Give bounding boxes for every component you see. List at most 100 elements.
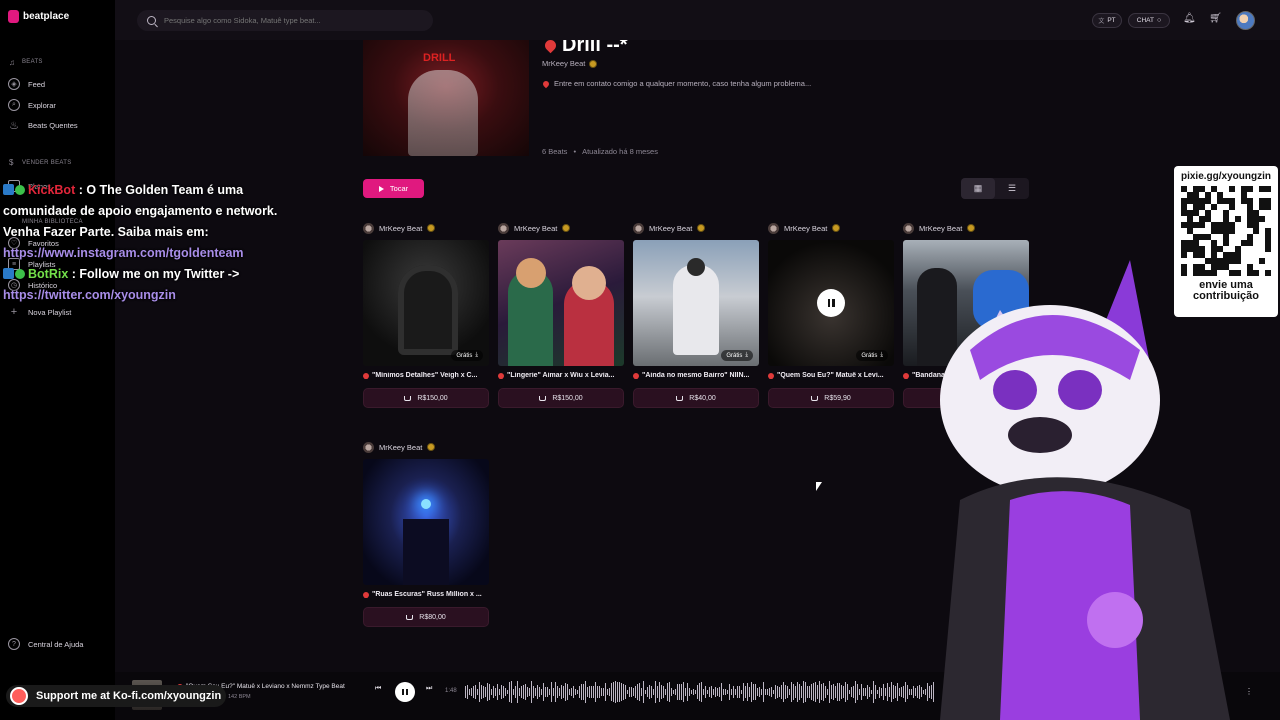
previous-icon[interactable]: ⏮︎ [375, 685, 381, 693]
blood-drop-icon [542, 40, 559, 54]
price-label: R$150,00 [417, 394, 448, 402]
waveform-bar [823, 682, 824, 702]
language-button[interactable]: 文 PT [1092, 13, 1122, 28]
price-button[interactable]: R$80,00 [363, 607, 489, 627]
plus-icon: + [10, 306, 18, 318]
waveform-bar [903, 686, 904, 698]
topbar: 文 PT CHAT ○ 🔔︎ 🛒︎ [115, 0, 1280, 40]
card-author[interactable]: MrKeey Beat [903, 220, 1029, 236]
waveform-bar [499, 688, 500, 696]
cart-icon [811, 395, 819, 401]
waveform-bar [729, 684, 730, 700]
beat-title[interactable]: "Ainda no mesmo Bairro" NIIN... [633, 372, 759, 379]
verified-icon [427, 224, 436, 232]
avatar-mouth [1008, 417, 1072, 453]
waveform-bar [651, 686, 652, 698]
beat-card[interactable]: MrKeey Beat Grátis ⤓ "Mínimos Detalhes" V… [363, 220, 489, 408]
card-author[interactable]: MrKeey Beat [768, 220, 894, 236]
waveform-bar [773, 689, 774, 695]
waveform-bar [897, 682, 898, 702]
pause-button[interactable] [817, 289, 845, 317]
card-author[interactable]: MrKeey Beat [633, 220, 759, 236]
waveform-seekbar[interactable] [465, 680, 935, 704]
waveform-bar [727, 689, 728, 694]
card-author-name: MrKeey Beat [514, 223, 558, 233]
list-view-icon[interactable]: ☰ [995, 178, 1029, 199]
card-author[interactable]: MrKeey Beat [363, 220, 489, 236]
waveform-bar [677, 683, 678, 701]
card-author[interactable]: MrKeey Beat [363, 439, 489, 455]
cart-icon[interactable]: 🛒︎ [1209, 13, 1222, 24]
cover-alley [403, 519, 449, 585]
waveform-bar [517, 681, 518, 703]
price-button[interactable]: R$150,00 [498, 388, 624, 408]
download-icon: ⤓ [475, 352, 478, 358]
logo[interactable]: beatplace [8, 10, 107, 23]
beat-cover[interactable] [498, 240, 624, 366]
player-pause-button[interactable] [395, 682, 415, 702]
beat-title[interactable]: "Mínimos Detalhes" Veigh x C... [363, 372, 489, 379]
search-input[interactable] [164, 16, 414, 25]
waveform-bar [805, 682, 806, 702]
bell-icon[interactable]: 🔔︎ [1183, 13, 1196, 24]
beat-title-text: "Ruas Escuras" Russ Million x ... [372, 591, 482, 598]
beat-title[interactable]: "Quem Sou Eu?" Matuê x Levi... [768, 372, 894, 379]
waveform-bar [919, 685, 920, 699]
waveform-bar [775, 684, 776, 700]
collection-author[interactable]: MrKeey Beat [542, 59, 598, 68]
waveform-bar [741, 689, 742, 695]
sidebar-item-explorar[interactable]: ⌕ Explorar [8, 99, 56, 111]
free-download-badge[interactable]: Grátis ⤓ [856, 350, 888, 361]
waveform-bar [489, 684, 490, 700]
avatar[interactable] [1236, 11, 1255, 30]
waveform-bar [689, 688, 690, 696]
waveform-bar [811, 683, 812, 701]
waveform-bar [513, 688, 514, 696]
beat-cover[interactable]: Grátis ⤓ [633, 240, 759, 366]
beat-card[interactable]: MrKeey Beat "Lingerie" Aimar x Wiu x Lev… [498, 220, 624, 408]
next-icon[interactable]: ⏭︎ [426, 685, 432, 693]
beat-card[interactable]: MrKeey Beat Grátis ⤓ "Quem Sou Eu?" Matuê… [768, 220, 894, 408]
waveform-bar [705, 685, 706, 699]
play-button[interactable]: Tocar [363, 179, 424, 198]
price-button[interactable]: R$59,90 [768, 388, 894, 408]
waveform-bar [551, 681, 552, 703]
sidebar-item-nova-playlist[interactable]: + Nova Playlist [8, 306, 72, 318]
price-button[interactable]: R$40,00 [633, 388, 759, 408]
waveform-bar [891, 681, 892, 703]
free-download-badge[interactable]: Grátis ⤓ [451, 350, 483, 361]
sidebar-item-feed[interactable]: ◈ Feed [8, 78, 45, 90]
beat-title[interactable]: "Ruas Escuras" Russ Million x ... [363, 591, 489, 598]
waveform-bar [527, 687, 528, 697]
waveform-bar [807, 686, 808, 698]
cart-icon [676, 395, 684, 401]
sidebar-item-help[interactable]: ? Central de Ajuda [8, 638, 83, 650]
waveform-bar [575, 689, 576, 695]
beat-card[interactable]: MrKeey Beat "Ruas Escuras" Russ Million … [363, 439, 489, 627]
search-bar[interactable] [137, 10, 433, 31]
beat-cover[interactable] [363, 459, 489, 585]
waveform-bar [839, 682, 840, 702]
waveform-bar [559, 687, 560, 697]
chat-button[interactable]: CHAT ○ [1128, 13, 1170, 28]
free-download-badge[interactable]: Grátis ⤓ [721, 350, 753, 361]
waveform-bar [875, 685, 876, 699]
help-icon: ? [8, 638, 20, 650]
waveform-bar [825, 686, 826, 698]
waveform-bar [561, 684, 562, 700]
avatar-eye [1058, 370, 1102, 410]
beat-cover[interactable]: Grátis ⤓ [768, 240, 894, 366]
grid-view-icon[interactable]: ▦ [961, 178, 995, 199]
beat-card[interactable]: MrKeey Beat Grátis ⤓ "Ainda no mesmo Bair… [633, 220, 759, 408]
beat-title[interactable]: "Lingerie" Aimar x Wiu x Levia... [498, 372, 624, 379]
waveform-bar [855, 681, 856, 703]
badge-label: Grátis [456, 352, 473, 359]
verified-check-icon [15, 269, 25, 279]
author-avatar [633, 222, 644, 234]
waveform-bar [673, 689, 674, 695]
waveform-bar [699, 682, 700, 702]
beat-cover[interactable]: Grátis ⤓ [363, 240, 489, 366]
card-author[interactable]: MrKeey Beat [498, 220, 624, 236]
sidebar-item-beats-quentes[interactable]: ♨ Beats Quentes [8, 119, 78, 132]
price-button[interactable]: R$150,00 [363, 388, 489, 408]
